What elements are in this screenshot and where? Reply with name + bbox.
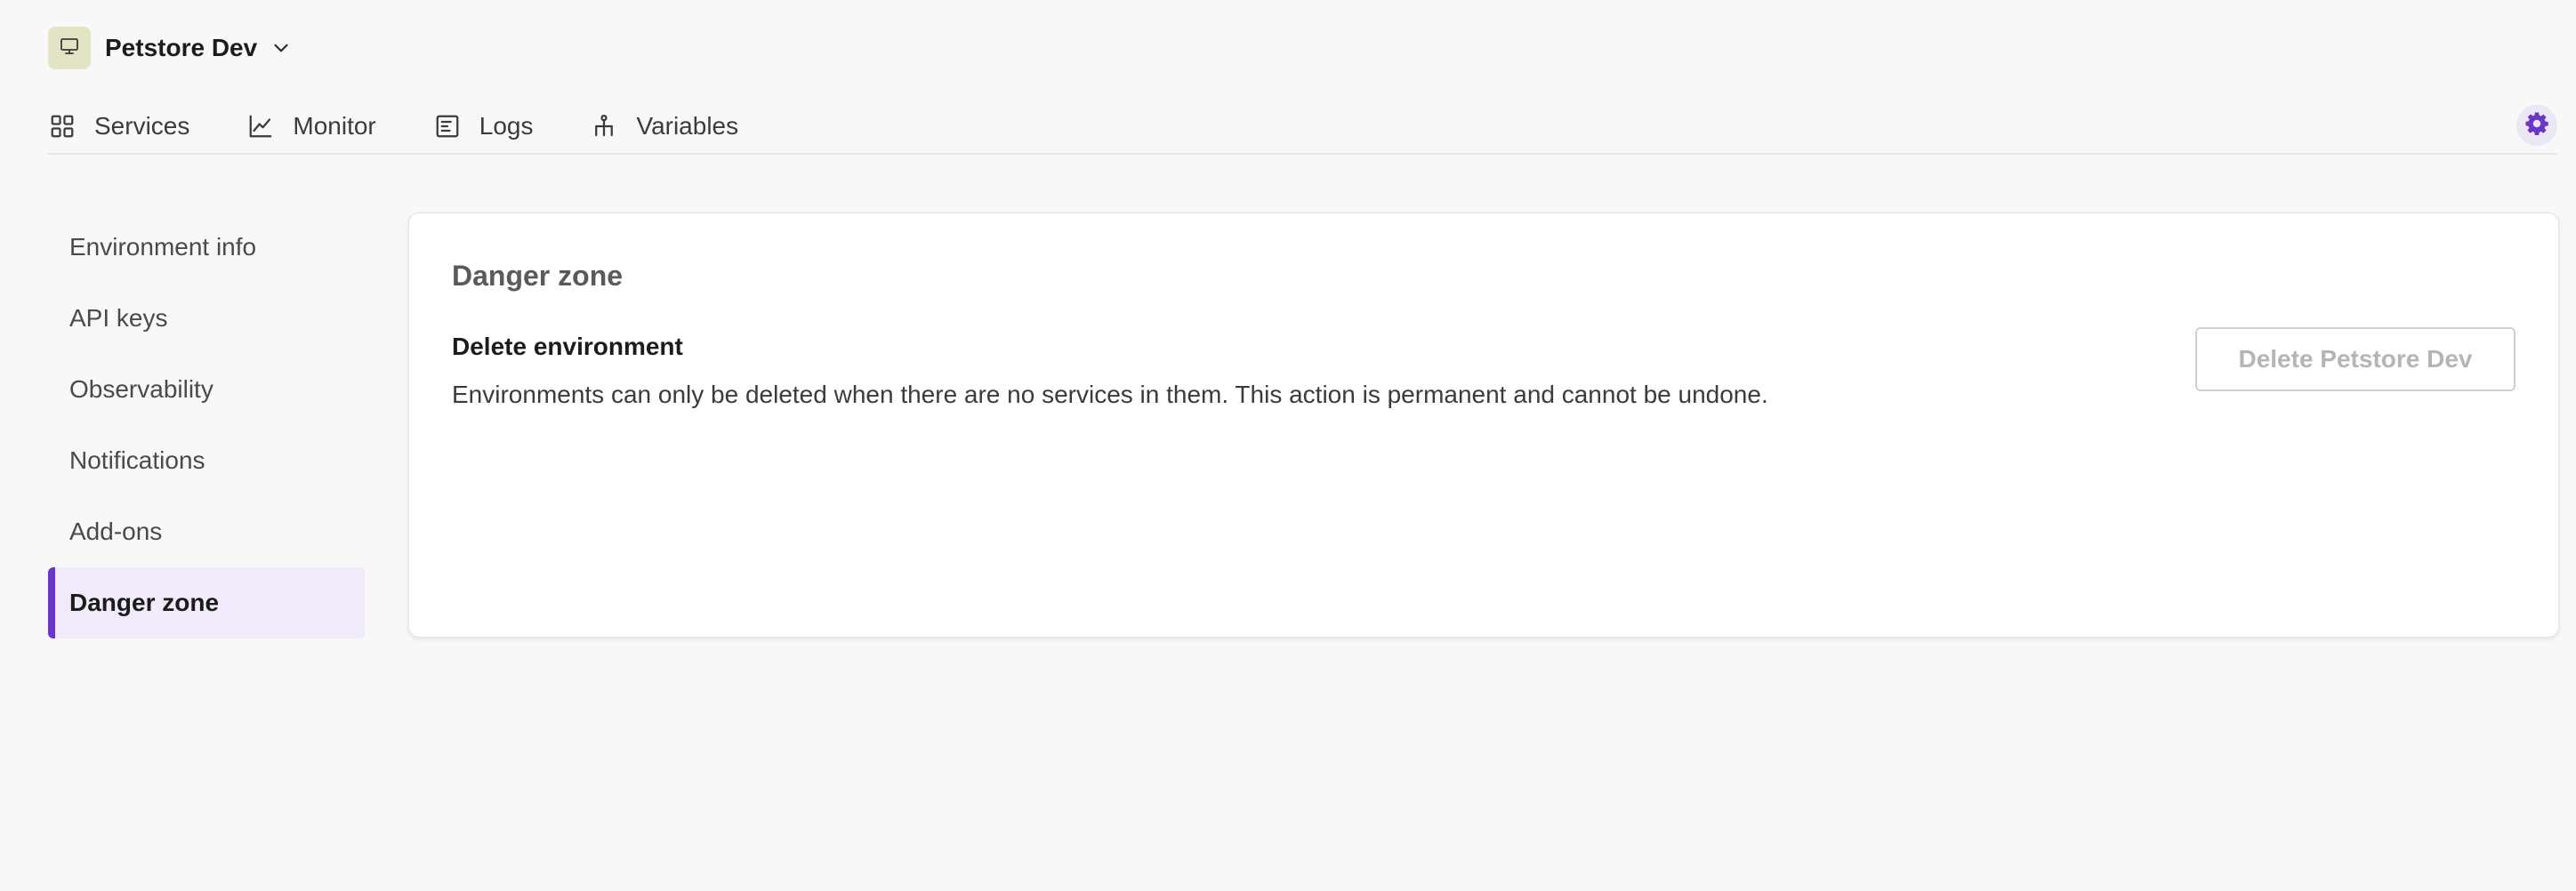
environment-badge xyxy=(48,27,91,69)
line-chart-icon xyxy=(246,112,275,140)
sidebar-item-api-keys[interactable]: API keys xyxy=(48,283,365,354)
delete-environment-description: Environments can only be deleted when th… xyxy=(452,381,1768,408)
tab-monitor[interactable]: Monitor xyxy=(246,108,376,144)
monitor-icon xyxy=(59,36,80,61)
danger-zone-card: Danger zone Delete environment Environme… xyxy=(408,213,2559,638)
chevron-down-icon[interactable] xyxy=(270,36,293,60)
hierarchy-icon xyxy=(590,112,618,140)
page-title: Danger zone xyxy=(452,260,624,292)
page: Petstore Dev Services Monitor Logs Varia… xyxy=(0,0,2576,891)
sidebar-item-notifications[interactable]: Notifications xyxy=(48,425,365,496)
delete-environment-heading: Delete environment xyxy=(452,333,683,360)
gear-icon xyxy=(2524,110,2550,141)
sidebar-item-add-ons[interactable]: Add-ons xyxy=(48,496,365,567)
settings-button[interactable] xyxy=(2516,105,2557,146)
top-navigation: Services Monitor Logs Variables xyxy=(48,96,2557,155)
document-icon xyxy=(433,112,462,140)
sidebar-item-danger-zone[interactable]: Danger zone xyxy=(48,567,365,638)
tab-label: Variables xyxy=(636,112,739,140)
tab-logs[interactable]: Logs xyxy=(433,108,534,144)
tab-label: Monitor xyxy=(293,112,376,140)
environment-name: Petstore Dev xyxy=(105,34,258,61)
sidebar-item-environment-info[interactable]: Environment info xyxy=(48,212,365,283)
sidebar-item-label: API keys xyxy=(69,304,168,332)
sidebar-item-label: Observability xyxy=(69,375,213,403)
sidebar-item-observability[interactable]: Observability xyxy=(48,354,365,425)
sidebar-item-label: Environment info xyxy=(69,233,257,261)
nav-tabs: Services Monitor Logs Variables xyxy=(48,108,795,144)
delete-environment-button[interactable]: Delete Petstore Dev xyxy=(2195,327,2516,391)
tab-label: Logs xyxy=(479,112,534,140)
sidebar-item-label: Notifications xyxy=(69,446,205,474)
sidebar-item-label: Add-ons xyxy=(69,518,163,545)
tab-label: Services xyxy=(94,112,190,140)
tab-services[interactable]: Services xyxy=(48,108,189,144)
grid-icon xyxy=(48,112,76,140)
tab-variables[interactable]: Variables xyxy=(590,108,738,144)
sidebar-item-label: Danger zone xyxy=(69,589,220,616)
environment-switcher[interactable]: Petstore Dev xyxy=(48,27,293,69)
settings-sidebar: Environment info API keys Observability … xyxy=(48,212,365,638)
